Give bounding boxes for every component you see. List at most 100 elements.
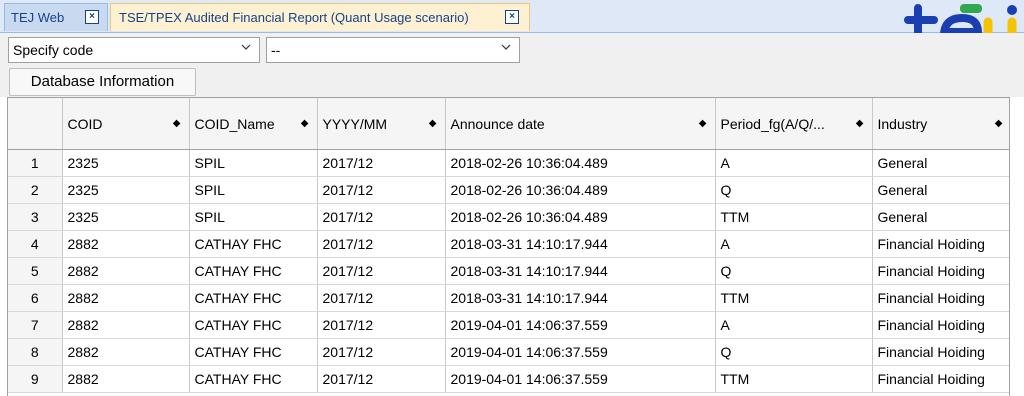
tab-label: TEJ Web bbox=[11, 10, 65, 25]
cell-announce-date[interactable]: 2018-02-26 10:36:04.489 bbox=[445, 203, 716, 231]
table-row[interactable]: 6 2882 CATHAY FHC 2017/12 2018-03-31 14:10:1… bbox=[8, 284, 1009, 312]
table-row[interactable]: 8 2882 CATHAY FHC 2017/12 2019-04-01 14:06:3… bbox=[8, 338, 1009, 366]
close-icon[interactable]: × bbox=[85, 10, 99, 24]
column-header-announce-date[interactable]: Announce date ◆ bbox=[445, 98, 716, 150]
cell-period-fg[interactable]: TTM bbox=[715, 284, 873, 312]
cell-industry[interactable]: General bbox=[872, 149, 1009, 177]
sort-icon[interactable]: ◆ bbox=[301, 118, 309, 129]
sort-icon[interactable]: ◆ bbox=[699, 118, 707, 129]
cell-industry[interactable]: Financial Hoiding bbox=[872, 284, 1009, 312]
cell-yyyymm[interactable]: 2017/12 bbox=[317, 365, 446, 393]
cell-industry[interactable]: Financial Hoiding bbox=[872, 365, 1009, 393]
cell-coid[interactable]: 2325 bbox=[62, 203, 190, 231]
tab-tej-web[interactable]: TEJ Web × bbox=[4, 3, 108, 31]
cell-period-fg[interactable]: Q bbox=[715, 176, 873, 204]
column-header-yyyymm[interactable]: YYYY/MM ◆ bbox=[317, 98, 446, 150]
cell-yyyymm[interactable]: 2017/12 bbox=[317, 149, 446, 177]
secondary-select[interactable]: -- bbox=[266, 37, 520, 63]
row-number: 7 bbox=[8, 311, 63, 339]
code-select-value: Specify code bbox=[13, 42, 94, 58]
tab-label: TSE/TPEX Audited Financial Report (Quant… bbox=[119, 10, 469, 25]
cell-coid-name[interactable]: SPIL bbox=[189, 149, 318, 177]
toolbar: Specify code -- Database Information bbox=[0, 33, 1024, 97]
cell-coid[interactable]: 2325 bbox=[62, 149, 190, 177]
cell-coid-name[interactable]: CATHAY FHC bbox=[189, 365, 318, 393]
cell-coid[interactable]: 2882 bbox=[62, 338, 190, 366]
secondary-select-value: -- bbox=[271, 42, 281, 58]
cell-coid[interactable]: 2882 bbox=[62, 284, 190, 312]
row-number: 2 bbox=[8, 176, 63, 204]
row-number: 9 bbox=[8, 365, 63, 393]
cell-coid[interactable]: 2882 bbox=[62, 257, 190, 285]
cell-industry[interactable]: General bbox=[872, 203, 1009, 231]
cell-announce-date[interactable]: 2018-02-26 10:36:04.489 bbox=[445, 176, 716, 204]
table-row[interactable]: 3 2325 SPIL 2017/12 2018-02-26 10:36:04.489 T… bbox=[8, 203, 1009, 231]
cell-yyyymm[interactable]: 2017/12 bbox=[317, 203, 446, 231]
row-number: 1 bbox=[8, 149, 63, 177]
row-number: 6 bbox=[8, 284, 63, 312]
cell-period-fg[interactable]: A bbox=[715, 230, 873, 258]
cell-announce-date[interactable]: 2018-02-26 10:36:04.489 bbox=[445, 149, 716, 177]
table-row[interactable]: 4 2882 CATHAY FHC 2017/12 2018-03-31 14:10:1… bbox=[8, 230, 1009, 258]
table-row[interactable]: 2 2325 SPIL 2017/12 2018-02-26 10:36:04.489 Q… bbox=[8, 176, 1009, 204]
cell-coid[interactable]: 2882 bbox=[62, 230, 190, 258]
sort-icon[interactable]: ◆ bbox=[856, 118, 864, 129]
cell-announce-date[interactable]: 2019-04-01 14:06:37.559 bbox=[445, 311, 716, 339]
cell-industry[interactable]: Financial Hoiding bbox=[872, 230, 1009, 258]
chevron-down-icon bbox=[501, 44, 511, 50]
cell-coid[interactable]: 2325 bbox=[62, 176, 190, 204]
cell-industry[interactable]: Financial Hoiding bbox=[872, 311, 1009, 339]
cell-industry[interactable]: Financial Hoiding bbox=[872, 338, 1009, 366]
sort-icon[interactable]: ◆ bbox=[429, 118, 437, 129]
cell-period-fg[interactable]: A bbox=[715, 311, 873, 339]
table-row[interactable]: 9 2882 CATHAY FHC 2017/12 2019-04-01 14:06:3… bbox=[8, 365, 1009, 393]
header-row: COID ◆ COID_Name ◆ YYYY/MM ◆ Announce date ◆… bbox=[8, 98, 1009, 150]
tab-audited-financial-report[interactable]: TSE/TPEX Audited Financial Report (Quant… bbox=[110, 3, 530, 31]
cell-yyyymm[interactable]: 2017/12 bbox=[317, 311, 446, 339]
row-number: 5 bbox=[8, 257, 63, 285]
cell-industry[interactable]: Financial Hoiding bbox=[872, 257, 1009, 285]
cell-period-fg[interactable]: TTM bbox=[715, 203, 873, 231]
table-row[interactable]: 1 2325 SPIL 2017/12 2018-02-26 10:36:04.489 A… bbox=[8, 149, 1009, 177]
database-information-button[interactable]: Database Information bbox=[9, 68, 196, 96]
cell-coid-name[interactable]: CATHAY FHC bbox=[189, 284, 318, 312]
cell-coid-name[interactable]: CATHAY FHC bbox=[189, 257, 318, 285]
sort-icon[interactable]: ◆ bbox=[173, 118, 181, 129]
table-row[interactable]: 7 2882 CATHAY FHC 2017/12 2019-04-01 14:06:3… bbox=[8, 311, 1009, 339]
cell-yyyymm[interactable]: 2017/12 bbox=[317, 176, 446, 204]
cell-announce-date[interactable]: 2018-03-31 14:10:17.944 bbox=[445, 230, 716, 258]
cell-yyyymm[interactable]: 2017/12 bbox=[317, 338, 446, 366]
cell-coid-name[interactable]: CATHAY FHC bbox=[189, 311, 318, 339]
sort-icon[interactable]: ◆ bbox=[995, 118, 1003, 129]
column-header-coid-name[interactable]: COID_Name ◆ bbox=[189, 98, 318, 150]
cell-coid-name[interactable]: SPIL bbox=[189, 176, 318, 204]
cell-period-fg[interactable]: Q bbox=[715, 338, 873, 366]
row-number: 8 bbox=[8, 338, 63, 366]
cell-announce-date[interactable]: 2018-03-31 14:10:17.944 bbox=[445, 284, 716, 312]
column-header-period-fg[interactable]: Period_fg(A/Q/... ◆ bbox=[715, 98, 873, 150]
cell-period-fg[interactable]: TTM bbox=[715, 365, 873, 393]
code-select[interactable]: Specify code bbox=[8, 37, 260, 63]
cell-coid[interactable]: 2882 bbox=[62, 311, 190, 339]
cell-coid-name[interactable]: CATHAY FHC bbox=[189, 338, 318, 366]
column-header-coid[interactable]: COID ◆ bbox=[62, 98, 190, 150]
close-icon[interactable]: × bbox=[505, 10, 519, 24]
column-header-industry[interactable]: Industry ◆ bbox=[872, 98, 1009, 150]
cell-announce-date[interactable]: 2018-03-31 14:10:17.944 bbox=[445, 257, 716, 285]
chevron-down-icon bbox=[241, 44, 251, 50]
cell-period-fg[interactable]: Q bbox=[715, 257, 873, 285]
cell-yyyymm[interactable]: 2017/12 bbox=[317, 284, 446, 312]
cell-announce-date[interactable]: 2019-04-01 14:06:37.559 bbox=[445, 365, 716, 393]
table-row[interactable]: 5 2882 CATHAY FHC 2017/12 2018-03-31 14:10:1… bbox=[8, 257, 1009, 285]
data-table: COID ◆ COID_Name ◆ YYYY/MM ◆ Announce date ◆… bbox=[8, 98, 1009, 393]
cell-coid-name[interactable]: CATHAY FHC bbox=[189, 230, 318, 258]
cell-yyyymm[interactable]: 2017/12 bbox=[317, 257, 446, 285]
cell-period-fg[interactable]: A bbox=[715, 149, 873, 177]
cell-coid[interactable]: 2882 bbox=[62, 365, 190, 393]
cell-yyyymm[interactable]: 2017/12 bbox=[317, 230, 446, 258]
cell-industry[interactable]: General bbox=[872, 176, 1009, 204]
cell-announce-date[interactable]: 2019-04-01 14:06:37.559 bbox=[445, 338, 716, 366]
cell-coid-name[interactable]: SPIL bbox=[189, 203, 318, 231]
row-number: 3 bbox=[8, 203, 63, 231]
tab-bar: TEJ Web × TSE/TPEX Audited Financial Rep… bbox=[0, 0, 1024, 33]
